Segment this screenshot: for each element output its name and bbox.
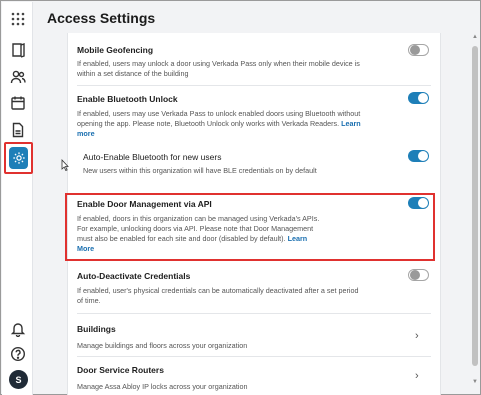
- setting-description: Manage buildings and floors across your …: [77, 341, 248, 350]
- gear-icon[interactable]: [9, 147, 28, 169]
- setting-auto-deactivate: Auto-Deactivate Credentials If enabled, …: [77, 271, 362, 306]
- scroll-up-icon[interactable]: ▲: [472, 34, 478, 40]
- auto-bluetooth-toggle[interactable]: [408, 150, 429, 162]
- help-icon[interactable]: [7, 343, 29, 365]
- auto-deactivate-toggle[interactable]: [408, 269, 429, 281]
- page-title: Access Settings: [47, 10, 156, 26]
- scrollbar[interactable]: ▲ ▼: [472, 34, 478, 389]
- mouse-cursor-icon: [61, 159, 69, 171]
- bell-icon[interactable]: [7, 318, 29, 340]
- setting-description: Manage Assa Abloy IP locks across your o…: [77, 382, 248, 391]
- chevron-right-icon[interactable]: ›: [415, 370, 419, 382]
- bluetooth-unlock-toggle[interactable]: [408, 92, 429, 104]
- setting-title: Auto-Deactivate Credentials: [77, 271, 191, 281]
- setting-description: New users within this organization will …: [83, 166, 317, 175]
- setting-description-text: If enabled, doors in this organization c…: [77, 214, 320, 243]
- setting-description: If enabled, user's physical credentials …: [77, 286, 359, 305]
- setting-buildings[interactable]: Buildings Manage buildings and floors ac…: [77, 324, 377, 351]
- chevron-right-icon[interactable]: ›: [415, 330, 419, 342]
- divider: [77, 85, 431, 86]
- users-icon[interactable]: [7, 66, 29, 88]
- scrollbar-thumb[interactable]: [472, 46, 478, 366]
- door-management-api-toggle[interactable]: [408, 197, 429, 209]
- divider: [77, 313, 431, 314]
- avatar[interactable]: S: [9, 370, 28, 389]
- setting-description: If enabled, users may unlock a door usin…: [77, 59, 360, 78]
- setting-title: Door Service Routers: [77, 365, 164, 375]
- setting-description: If enabled, doors in this organization c…: [77, 214, 322, 254]
- mobile-geofencing-toggle[interactable]: [408, 44, 429, 56]
- setting-description: If enabled, users may use Verkada Pass t…: [77, 109, 377, 139]
- app-window: S Access Settings Mobile Geofencing If e…: [0, 0, 481, 395]
- setting-door-service-routers[interactable]: Door Service Routers Manage Assa Abloy I…: [77, 365, 377, 392]
- door-icon[interactable]: [7, 39, 29, 61]
- setting-title: Enable Bluetooth Unlock: [77, 94, 178, 104]
- document-icon[interactable]: [7, 119, 29, 141]
- setting-title: Auto-Enable Bluetooth for new users: [83, 152, 222, 162]
- grid-icon[interactable]: [7, 8, 29, 30]
- calendar-icon[interactable]: [7, 92, 29, 114]
- setting-mobile-geofencing: Mobile Geofencing If enabled, users may …: [77, 45, 377, 79]
- divider: [77, 356, 431, 357]
- settings-nav-highlight: [4, 142, 33, 174]
- setting-auto-bluetooth: Auto-Enable Bluetooth for new users New …: [83, 152, 373, 176]
- setting-door-management-api: Enable Door Management via API If enable…: [77, 199, 322, 254]
- setting-bluetooth-unlock: Enable Bluetooth Unlock If enabled, user…: [77, 94, 377, 139]
- scroll-down-icon[interactable]: ▼: [472, 379, 478, 385]
- setting-title: Mobile Geofencing: [77, 45, 154, 55]
- setting-title: Enable Door Management via API: [77, 199, 212, 209]
- sidebar: S: [2, 2, 33, 395]
- setting-description-text: If enabled, users may use Verkada Pass t…: [77, 109, 361, 128]
- setting-title: Buildings: [77, 324, 116, 334]
